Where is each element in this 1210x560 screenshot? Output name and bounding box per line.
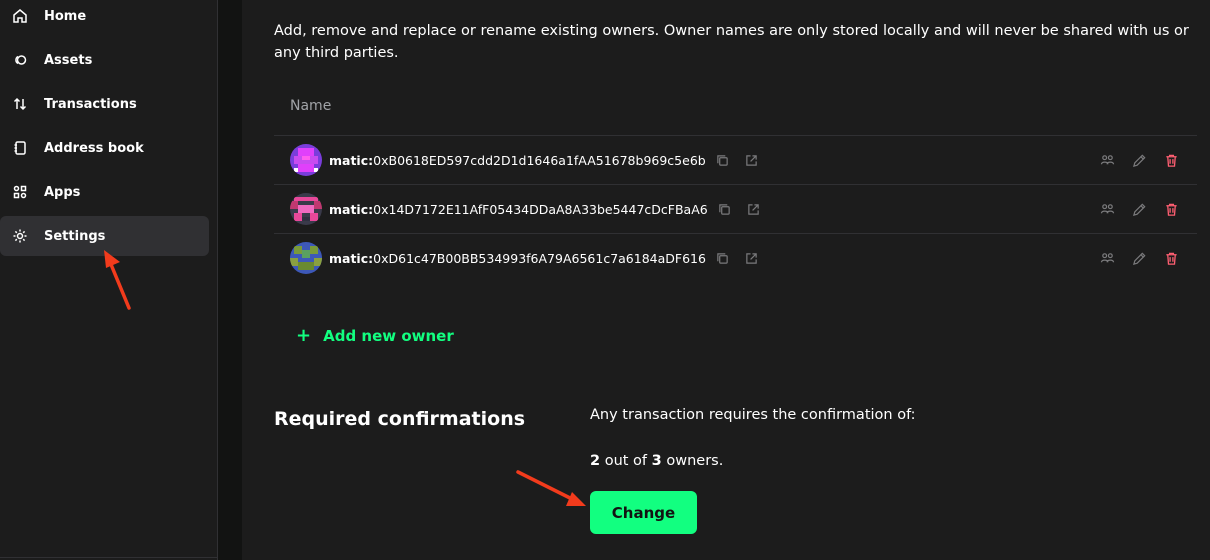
sidebar-item-label: Home bbox=[44, 8, 87, 24]
confirmations-description: Any transaction requires the confirmatio… bbox=[590, 407, 916, 423]
sidebar-item-label: Apps bbox=[44, 184, 81, 200]
sidebar-item-apps[interactable]: Apps bbox=[0, 172, 209, 212]
sidebar-item-home[interactable]: Home bbox=[0, 0, 209, 36]
owner-address[interactable]: matic:0x14D7172E11AfF05434DDaA8A33be5447… bbox=[329, 202, 708, 217]
settings-icon bbox=[0, 216, 40, 256]
sidebar-item-settings[interactable]: Settings bbox=[0, 216, 209, 256]
owners-settings-panel: Add, remove and replace or rename existi… bbox=[242, 0, 1210, 560]
owner-row: matic:0xD61c47B00BB534993f6A79A6561c7a61… bbox=[274, 234, 1197, 282]
edit-icon[interactable] bbox=[1131, 152, 1147, 168]
avatar bbox=[290, 193, 322, 225]
external-link-icon[interactable] bbox=[746, 201, 762, 217]
home-icon bbox=[0, 0, 40, 36]
sidebar-item-label: Address book bbox=[44, 140, 144, 156]
assets-icon bbox=[0, 40, 40, 80]
replace-owner-icon[interactable] bbox=[1099, 250, 1115, 266]
delete-icon[interactable] bbox=[1163, 201, 1179, 217]
delete-icon[interactable] bbox=[1163, 152, 1179, 168]
sidebar-item-label: Assets bbox=[44, 52, 93, 68]
external-link-icon[interactable] bbox=[744, 152, 760, 168]
copy-icon[interactable] bbox=[717, 201, 733, 217]
owner-address[interactable]: matic:0xD61c47B00BB534993f6A79A6561c7a61… bbox=[329, 251, 706, 266]
change-threshold-button[interactable]: Change bbox=[590, 491, 697, 534]
sidebar-item-assets[interactable]: Assets bbox=[0, 40, 209, 80]
sidebar-item-label: Settings bbox=[44, 228, 106, 244]
owner-row: matic:0x14D7172E11AfF05434DDaA8A33be5447… bbox=[274, 185, 1197, 233]
transactions-icon bbox=[0, 84, 40, 124]
apps-icon bbox=[0, 172, 40, 212]
avatar bbox=[290, 242, 322, 274]
address-book-icon bbox=[0, 128, 40, 168]
plus-icon: + bbox=[296, 325, 312, 346]
add-owner-label: Add new owner bbox=[323, 326, 454, 345]
sidebar-item-address-book[interactable]: Address book bbox=[0, 128, 209, 168]
owner-row: matic:0xB0618ED597cdd2D1d1646a1fAA51678b… bbox=[274, 136, 1197, 184]
replace-owner-icon[interactable] bbox=[1099, 152, 1115, 168]
owner-address[interactable]: matic:0xB0618ED597cdd2D1d1646a1fAA51678b… bbox=[329, 153, 706, 168]
row-actions bbox=[1099, 136, 1179, 184]
column-header-name: Name bbox=[290, 98, 332, 114]
edit-icon[interactable] bbox=[1131, 250, 1147, 266]
add-owner-button[interactable]: + Add new owner bbox=[296, 325, 454, 346]
divider bbox=[0, 557, 218, 558]
edit-icon[interactable] bbox=[1131, 201, 1147, 217]
avatar bbox=[290, 144, 322, 176]
sidebar-item-label: Transactions bbox=[44, 96, 137, 112]
row-actions bbox=[1099, 185, 1179, 233]
required-confirmations-title: Required confirmations bbox=[274, 408, 526, 430]
external-link-icon[interactable] bbox=[744, 250, 760, 266]
row-actions bbox=[1099, 234, 1179, 282]
delete-icon[interactable] bbox=[1163, 250, 1179, 266]
sidebar-item-transactions[interactable]: Transactions bbox=[0, 84, 209, 124]
sidebar: Home Assets Transactions Address book Ap… bbox=[0, 0, 218, 560]
replace-owner-icon[interactable] bbox=[1099, 201, 1115, 217]
owners-description: Add, remove and replace or rename existi… bbox=[274, 23, 1189, 61]
copy-icon[interactable] bbox=[715, 152, 731, 168]
copy-icon[interactable] bbox=[715, 250, 731, 266]
confirmations-threshold: 2 out of 3 owners. bbox=[590, 453, 724, 469]
